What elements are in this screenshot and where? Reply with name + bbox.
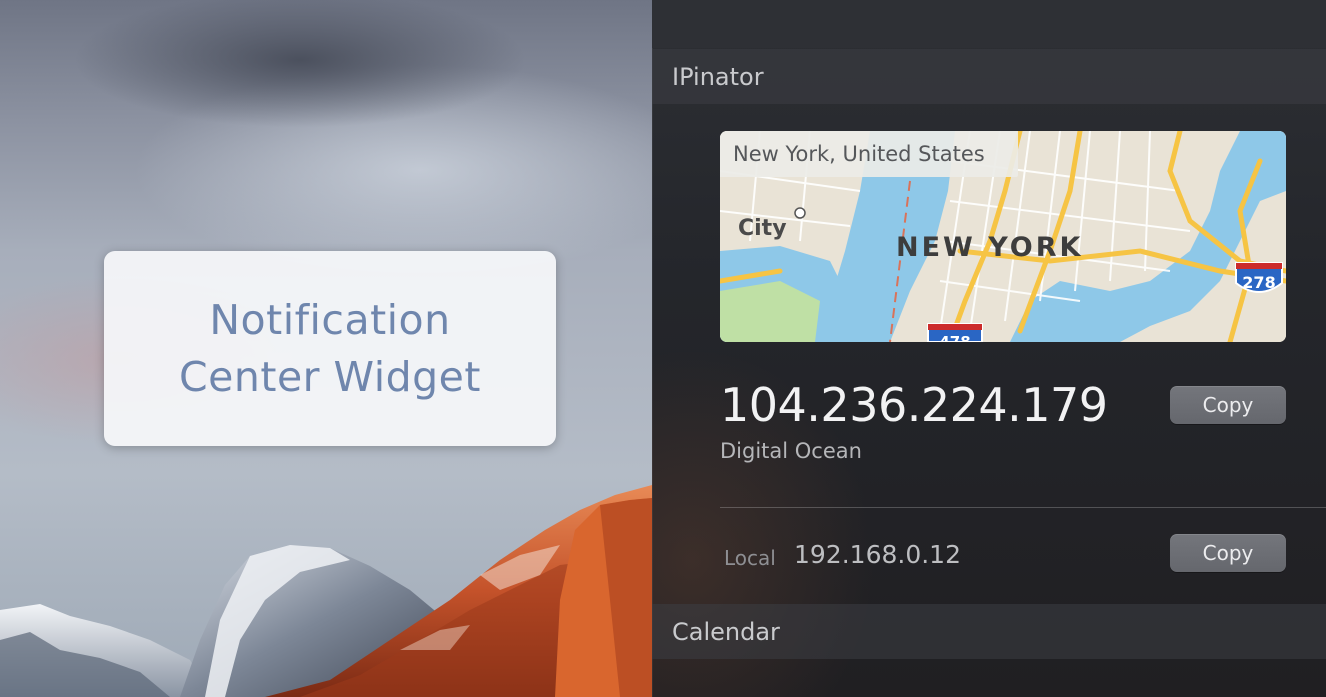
calendar-title: Calendar xyxy=(672,617,780,646)
desktop-wallpaper: Notification Center Widget xyxy=(0,0,652,697)
public-ip-address: 104.236.224.179 xyxy=(720,378,1108,432)
interstate-shield-icon: 478 xyxy=(927,323,983,342)
map-neighbor-label: City xyxy=(738,216,787,241)
location-map[interactable]: City NEW YORK 278 478 New York, United S… xyxy=(720,131,1286,342)
local-ip-address: 192.168.0.12 xyxy=(794,540,961,569)
shield-label-top: 278 xyxy=(1242,273,1275,292)
copy-local-ip-button[interactable]: Copy xyxy=(1170,534,1286,572)
interstate-shield-icon: 278 xyxy=(1235,262,1283,293)
local-label: Local xyxy=(724,546,776,570)
notification-center-panel: IPinator City NEW YORK 278 478 New York,… xyxy=(652,0,1326,697)
map-pin-icon xyxy=(794,207,806,219)
isp-name: Digital Ocean xyxy=(720,439,862,463)
panel-top-bar xyxy=(652,0,1326,48)
shield-label-bottom: 478 xyxy=(939,333,970,342)
location-text: New York, United States xyxy=(733,142,985,166)
promo-card: Notification Center Widget xyxy=(104,251,556,446)
promo-line-1: Notification xyxy=(209,295,451,344)
widget-header-calendar: Calendar xyxy=(652,604,1326,659)
location-label: New York, United States xyxy=(720,131,1018,177)
copy-public-ip-button[interactable]: Copy xyxy=(1170,386,1286,424)
promo-line-2: Center Widget xyxy=(179,352,481,401)
map-city-label: NEW YORK xyxy=(896,232,1083,263)
widget-header-ipinator: IPinator xyxy=(652,49,1326,104)
section-divider xyxy=(720,507,1326,508)
widget-title: IPinator xyxy=(672,62,764,91)
